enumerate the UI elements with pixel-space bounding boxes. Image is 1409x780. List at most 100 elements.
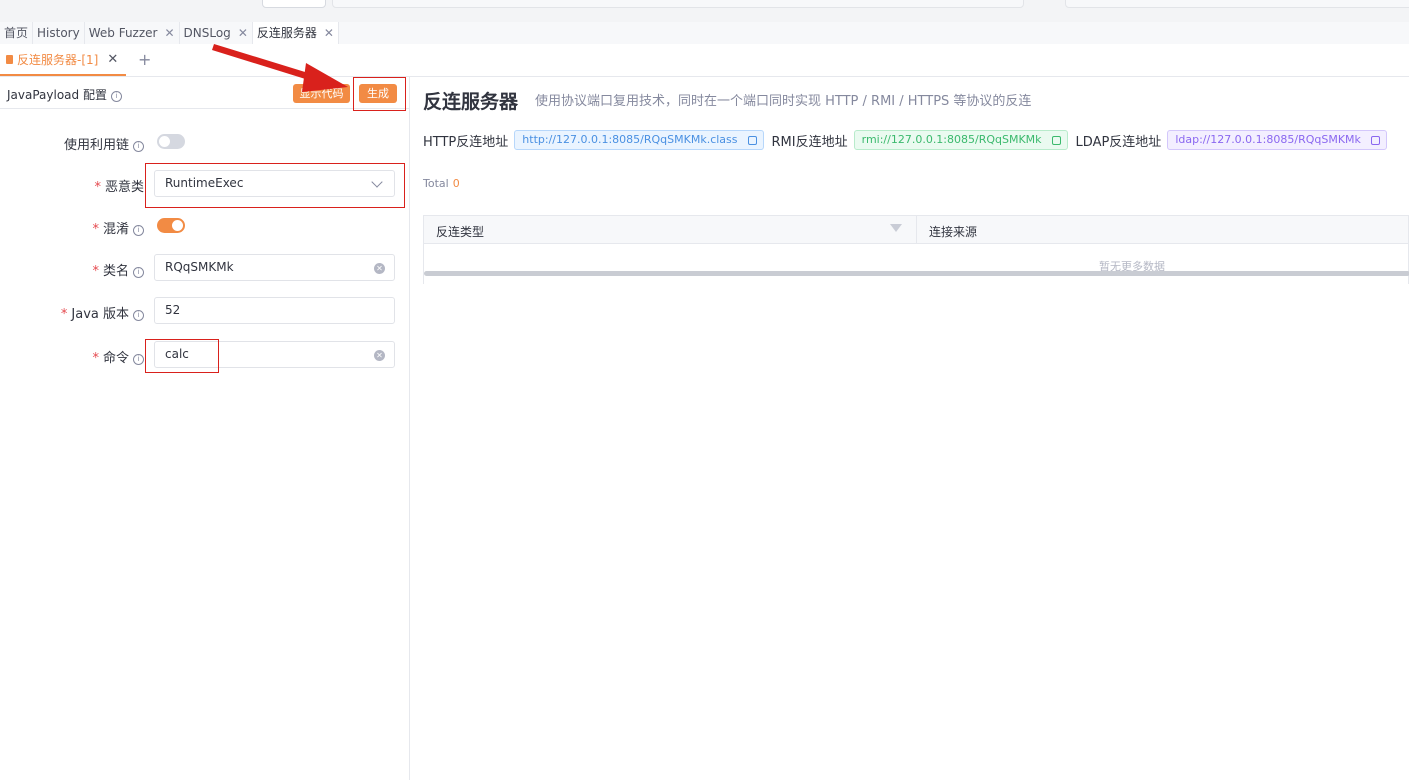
top-toolbar [0, 0, 1409, 23]
required-mark: * [60, 307, 68, 322]
close-icon[interactable]: ✕ [164, 22, 174, 44]
field-label-text: Java 版本 [71, 307, 129, 322]
config-title: JavaPayload 配置 i [7, 86, 122, 103]
field-label-text: 恶意类 [104, 180, 144, 195]
tab-dnslog[interactable]: DNSLog ✕ [180, 22, 253, 44]
filter-icon[interactable] [890, 224, 902, 232]
malicious-class-select[interactable]: RuntimeExec [154, 170, 395, 197]
total-label: Total [423, 177, 449, 190]
copy-icon[interactable] [747, 135, 757, 145]
java-version-input[interactable]: 52 [154, 297, 395, 324]
connections-table: 反连类型 连接来源 暂无更多数据 [423, 215, 1409, 284]
field-label: * 类名 i [92, 260, 144, 279]
close-icon[interactable]: ✕ [238, 22, 248, 44]
ldap-address-label: LDAP反连地址 [1075, 134, 1162, 150]
toolbar-select[interactable] [262, 0, 326, 8]
command-input[interactable]: calc ✕ [154, 341, 395, 368]
use-chain-toggle[interactable] [157, 134, 185, 149]
info-icon: i [133, 225, 144, 236]
command-row: * 命令 i calc ✕ [0, 341, 410, 369]
ldap-address-tag[interactable]: ldap://127.0.0.1:8085/RQqSMKMk [1167, 130, 1387, 150]
column-divider [916, 216, 917, 244]
use-chain-row: 使用利用链 i [0, 128, 410, 156]
total-value: 0 [452, 177, 460, 190]
copy-icon[interactable] [1051, 135, 1061, 145]
input-value: 52 [165, 303, 181, 317]
tab-label: 首页 [4, 26, 29, 40]
tab-label: 反连服务器 [256, 26, 317, 40]
java-version-row: * Java 版本 i 52 [0, 297, 410, 325]
field-label: 使用利用链 i [64, 134, 144, 153]
class-name-input[interactable]: RQqSMKMk ✕ [154, 254, 395, 281]
required-mark: * [92, 264, 99, 279]
toolbar-search[interactable] [332, 0, 1024, 8]
address-row: HTTP反连地址 http://127.0.0.1:8085/RQqSMKMk.… [423, 129, 1395, 151]
info-icon: i [133, 267, 144, 278]
copy-icon[interactable] [1370, 135, 1380, 145]
field-label: * 恶意类 [94, 176, 144, 195]
config-title-text: JavaPayload 配置 [7, 88, 107, 102]
obfuscate-toggle[interactable] [157, 218, 185, 233]
http-address-value: http://127.0.0.1:8085/RQqSMKMk.class [522, 133, 738, 146]
close-icon[interactable]: ✕ [107, 52, 118, 67]
info-icon: i [110, 91, 122, 102]
tab-reverse-server[interactable]: 反连服务器 ✕ [252, 22, 339, 44]
close-icon[interactable]: ✕ [324, 22, 334, 44]
toggle-knob [172, 220, 183, 231]
http-address-tag[interactable]: http://127.0.0.1:8085/RQqSMKMk.class [514, 130, 764, 150]
main-tab-bar: 首页 History Web Fuzzer ✕ DNSLog ✕ 反连服务器 ✕ [0, 22, 1409, 45]
http-address-label: HTTP反连地址 [423, 134, 509, 150]
generate-button[interactable]: 生成 [359, 84, 397, 103]
class-name-row: * 类名 i RQqSMKMk ✕ [0, 254, 410, 282]
table-body: 暂无更多数据 [423, 244, 1409, 284]
total-count: Total 0 [423, 177, 460, 190]
clear-icon[interactable]: ✕ [374, 350, 385, 361]
input-value: calc [165, 347, 189, 361]
java-payload-config-panel: JavaPayload 配置 i 显示代码 生成 使用利用链 i * 恶意类 Runt… [0, 77, 410, 780]
rmi-address-value: rmi://127.0.0.1:8085/RQqSMKMk [861, 133, 1042, 146]
column-header-source: 连接来源 [929, 225, 978, 239]
malicious-class-row: * 恶意类 RuntimeExec [0, 170, 410, 198]
config-header: JavaPayload 配置 i 显示代码 生成 [0, 77, 410, 109]
field-label: * Java 版本 i [61, 303, 144, 322]
document-icon [6, 54, 13, 64]
chevron-down-icon [371, 176, 383, 188]
info-icon: i [133, 141, 144, 152]
toggle-knob [159, 136, 170, 147]
input-value: RQqSMKMk [165, 260, 234, 274]
reverse-server-panel: 反连服务器 使用协议端口复用技术，同时在一个端口同时实现 HTTP / RMI … [411, 77, 1409, 780]
rmi-address-label: RMI反连地址 [771, 134, 848, 150]
add-tab-icon[interactable]: + [138, 50, 151, 69]
rmi-address-tag[interactable]: rmi://127.0.0.1:8085/RQqSMKMk [853, 130, 1068, 150]
page-description: 使用协议端口复用技术，同时在一个端口同时实现 HTTP / RMI / HTTP… [535, 94, 1032, 109]
toolbar-field[interactable] [1065, 0, 1409, 8]
info-icon: i [133, 310, 144, 321]
horizontal-scrollbar[interactable] [424, 271, 1409, 276]
page-title: 反连服务器 [423, 91, 519, 113]
obfuscate-row: * 混淆 i [0, 212, 410, 240]
clear-icon[interactable]: ✕ [374, 263, 385, 274]
column-header-type: 反连类型 [436, 225, 485, 239]
tab-history[interactable]: History [33, 22, 85, 44]
field-label: * 命令 i [92, 347, 144, 366]
show-code-button[interactable]: 显示代码 [293, 84, 350, 103]
sub-tab-bar: 反连服务器-[1] ✕ + [0, 44, 1409, 77]
field-label-text: 命令 [102, 351, 129, 366]
required-mark: * [92, 351, 99, 366]
field-label-text: 混淆 [102, 222, 129, 237]
ldap-address-value: ldap://127.0.0.1:8085/RQqSMKMk [1175, 133, 1361, 146]
tab-label: DNSLog [183, 26, 231, 40]
tab-web-fuzzer[interactable]: Web Fuzzer ✕ [85, 22, 180, 44]
tab-label: History [37, 26, 80, 40]
tab-label: Web Fuzzer [88, 26, 158, 40]
tab-home[interactable]: 首页 [0, 22, 34, 44]
required-mark: * [94, 180, 101, 195]
subtab-label: 反连服务器-[1] [17, 52, 99, 67]
info-icon: i [133, 354, 144, 365]
required-mark: * [92, 222, 99, 237]
table-header: 反连类型 连接来源 [423, 215, 1409, 244]
field-label: * 混淆 i [92, 218, 144, 237]
field-label-text: 类名 [102, 264, 129, 279]
subtab-reverse-server-1[interactable]: 反连服务器-[1] ✕ [0, 44, 126, 76]
field-label-text: 使用利用链 [63, 138, 129, 153]
